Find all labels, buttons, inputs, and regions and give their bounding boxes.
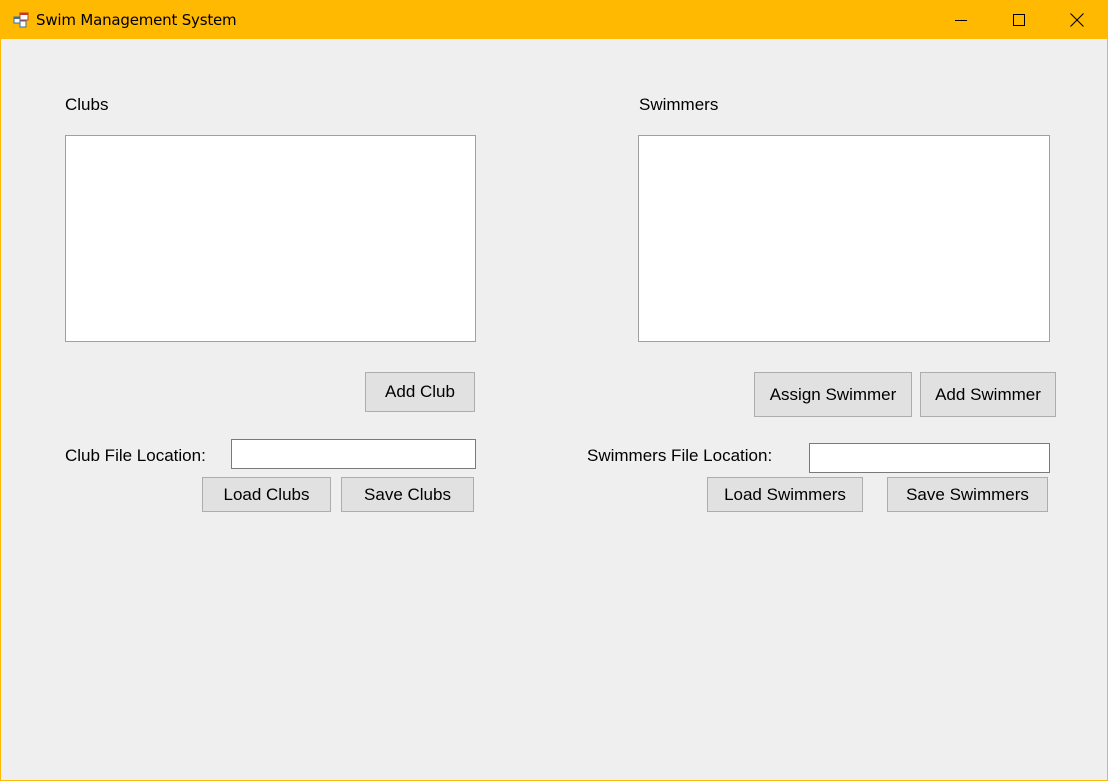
- save-swimmers-button[interactable]: Save Swimmers: [887, 477, 1048, 512]
- clubs-heading: Clubs: [65, 95, 109, 114]
- minimize-icon: [955, 20, 967, 21]
- club-file-location-label: Club File Location:: [65, 446, 206, 465]
- assign-swimmer-button[interactable]: Assign Swimmer: [754, 372, 912, 417]
- load-swimmers-button[interactable]: Load Swimmers: [707, 477, 863, 512]
- clubs-listbox[interactable]: [65, 135, 476, 342]
- close-icon: [1070, 13, 1084, 27]
- add-club-button[interactable]: Add Club: [365, 372, 475, 412]
- minimize-button[interactable]: [932, 1, 990, 39]
- title-bar[interactable]: Swim Management System: [1, 1, 1107, 39]
- save-clubs-button[interactable]: Save Clubs: [341, 477, 474, 512]
- swimmers-heading: Swimmers: [639, 95, 719, 114]
- add-swimmer-button[interactable]: Add Swimmer: [920, 372, 1056, 417]
- window-title: Swim Management System: [36, 11, 237, 29]
- swimmers-listbox[interactable]: [638, 135, 1050, 342]
- form-app-icon: [13, 12, 29, 28]
- app-window: Swim Management System Clubs Add Club Cl…: [0, 0, 1108, 781]
- load-clubs-button[interactable]: Load Clubs: [202, 477, 331, 512]
- swimmers-file-location-label: Swimmers File Location:: [587, 446, 773, 465]
- club-file-location-input[interactable]: [231, 439, 476, 469]
- maximize-button[interactable]: [990, 1, 1048, 39]
- swimmers-file-location-input[interactable]: [809, 443, 1050, 473]
- close-button[interactable]: [1048, 1, 1106, 39]
- maximize-icon: [1013, 14, 1025, 26]
